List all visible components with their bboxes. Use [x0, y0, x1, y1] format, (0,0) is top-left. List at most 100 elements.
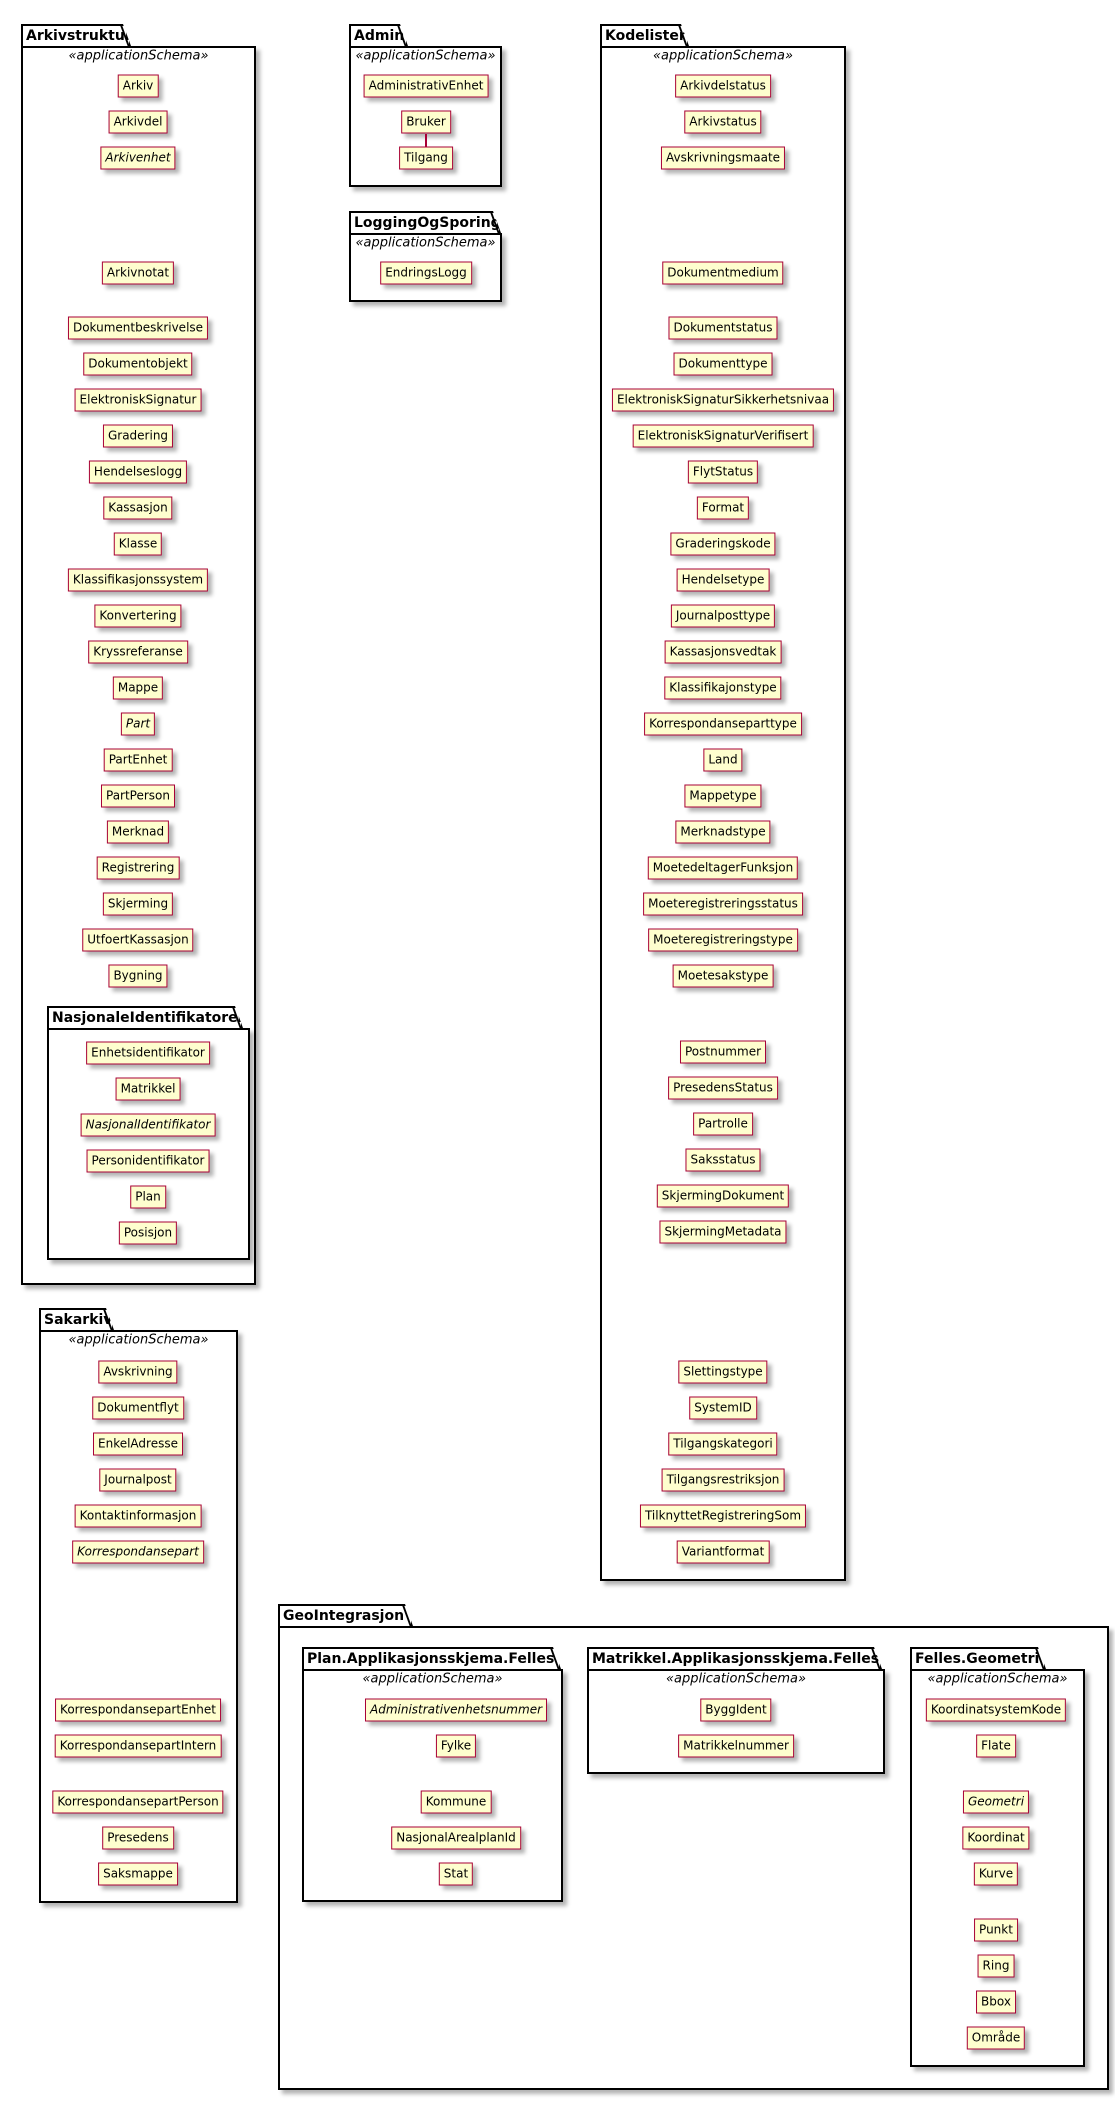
class-box[interactable]: Saksstatus	[685, 1148, 761, 1172]
class-box[interactable]: NasjonalIdentifikator	[80, 1113, 216, 1137]
class-box[interactable]: Dokumentstatus	[668, 316, 778, 340]
class-box[interactable]: Arkivstatus	[684, 110, 762, 134]
class-box[interactable]: PartPerson	[100, 784, 176, 808]
class-box[interactable]: Flate	[976, 1734, 1016, 1758]
class-box[interactable]: EndringsLogg	[380, 261, 472, 285]
class-box[interactable]: KorrespondansepartIntern	[54, 1734, 222, 1758]
class-box[interactable]: Kassasjon	[103, 496, 173, 520]
class-box[interactable]: Arkivenhet	[100, 146, 176, 170]
class-box[interactable]: SkjermingDokument	[656, 1184, 790, 1208]
class-box[interactable]: Avskrivning	[98, 1360, 178, 1384]
class-box[interactable]: Klasse	[113, 532, 163, 556]
class-box[interactable]: Ring	[977, 1954, 1015, 1978]
class-box[interactable]: Format	[696, 496, 750, 520]
class-box[interactable]: Mappe	[112, 676, 164, 700]
package-tab-logging: LoggingOgSporing	[349, 211, 501, 233]
class-box[interactable]: Kurve	[973, 1862, 1019, 1886]
class-box[interactable]: Registrering	[96, 856, 180, 880]
class-box[interactable]: Arkivnotat	[101, 261, 175, 285]
package-stereotype: «applicationSchema»	[68, 1332, 209, 1348]
class-box[interactable]: ElektroniskSignatur	[74, 388, 202, 412]
class-box[interactable]: Konvertering	[94, 604, 182, 628]
class-box[interactable]: Journalpost	[99, 1468, 177, 1492]
class-box[interactable]: Arkivdelstatus	[675, 74, 771, 98]
package-stereotype: «applicationSchema»	[68, 48, 209, 64]
class-box[interactable]: MoetedeltagerFunksjon	[647, 856, 799, 880]
class-box[interactable]: Matrikkel	[115, 1077, 181, 1101]
class-box[interactable]: ByggIdent	[700, 1698, 772, 1722]
class-box[interactable]: Dokumentobjekt	[83, 352, 193, 376]
class-box[interactable]: Geometri	[962, 1790, 1030, 1814]
class-box[interactable]: Postnummer	[679, 1040, 767, 1064]
class-box[interactable]: TilknyttetRegistreringSom	[639, 1504, 807, 1528]
class-box[interactable]: Dokumentmedium	[662, 261, 784, 285]
class-box[interactable]: Koordinat	[962, 1826, 1030, 1850]
class-box[interactable]: Bygning	[108, 964, 168, 988]
class-box[interactable]: Posisjon	[118, 1221, 178, 1245]
class-box[interactable]: Dokumenttype	[673, 352, 773, 376]
class-box[interactable]: Variantformat	[676, 1540, 770, 1564]
class-box[interactable]: Korrespondanseparttype	[644, 712, 802, 736]
class-box[interactable]: Punkt	[974, 1918, 1018, 1942]
class-box[interactable]: FlytStatus	[687, 460, 759, 484]
class-box[interactable]: ElektroniskSignaturVerifisert	[632, 424, 814, 448]
class-box[interactable]: Tilgangskategori	[668, 1432, 778, 1456]
class-box[interactable]: Korrespondansepart	[72, 1540, 204, 1564]
class-box[interactable]: Tilgang	[399, 146, 453, 170]
class-box[interactable]: Område	[966, 2026, 1026, 2050]
class-box[interactable]: Saksmappe	[98, 1862, 178, 1886]
class-box[interactable]: Personidentifikator	[86, 1149, 210, 1173]
class-box[interactable]: PartEnhet	[103, 748, 173, 772]
class-box[interactable]: PresedensStatus	[668, 1076, 778, 1100]
class-box[interactable]: ElektroniskSignaturSikkerhetsnivaa	[611, 388, 835, 412]
class-box[interactable]: SkjermingMetadata	[659, 1220, 787, 1244]
class-box[interactable]: Land	[703, 748, 743, 772]
package-tab-arkivstruktur: Arkivstruktur	[21, 24, 131, 46]
class-box[interactable]: Avskrivningsmaate	[660, 146, 786, 170]
class-box[interactable]: Graderingskode	[670, 532, 776, 556]
class-box[interactable]: Kommune	[420, 1790, 492, 1814]
class-box[interactable]: Fylke	[435, 1734, 477, 1758]
class-box[interactable]: Matrikkelnummer	[678, 1734, 794, 1758]
class-box[interactable]: Mappetype	[684, 784, 762, 808]
class-box[interactable]: Partrolle	[693, 1112, 753, 1136]
class-box[interactable]: Journalposttype	[670, 604, 776, 628]
class-box[interactable]: Enhetsidentifikator	[86, 1041, 210, 1065]
class-box[interactable]: UtfoertKassasjon	[82, 928, 194, 952]
class-box[interactable]: Hendelsetype	[676, 568, 770, 592]
class-box[interactable]: Plan	[130, 1185, 166, 1209]
class-box[interactable]: Stat	[438, 1862, 474, 1886]
class-box[interactable]: Kassasjonsvedtak	[664, 640, 782, 664]
class-box[interactable]: Kryssreferanse	[88, 640, 188, 664]
class-box[interactable]: Moeteregistreringstype	[648, 928, 798, 952]
class-box[interactable]: Klassifikasjonssystem	[67, 568, 209, 592]
class-box[interactable]: SystemID	[689, 1396, 757, 1420]
class-box[interactable]: Arkiv	[117, 74, 159, 98]
class-box[interactable]: Kontaktinformasjon	[74, 1504, 202, 1528]
class-box[interactable]: Moeteregistreringsstatus	[643, 892, 803, 916]
class-box[interactable]: Arkivdel	[108, 110, 168, 134]
class-box[interactable]: Moetesakstype	[672, 964, 774, 988]
class-box[interactable]: Slettingstype	[678, 1360, 768, 1384]
class-box[interactable]: Bruker	[401, 110, 451, 134]
class-box[interactable]: KorrespondansepartEnhet	[55, 1698, 221, 1722]
class-box[interactable]: EnkelAdresse	[93, 1432, 183, 1456]
class-box[interactable]: KoordinatsystemKode	[925, 1698, 1067, 1722]
class-box[interactable]: Tilgangsrestriksjon	[661, 1468, 785, 1492]
class-box[interactable]: AdministrativEnhet	[363, 74, 489, 98]
class-box[interactable]: NasjonalArealplanId	[391, 1826, 521, 1850]
class-box[interactable]: Dokumentbeskrivelse	[67, 316, 209, 340]
class-box[interactable]: Hendelseslogg	[88, 460, 188, 484]
class-box[interactable]: Merknadstype	[675, 820, 771, 844]
class-box[interactable]: Part	[120, 712, 156, 736]
class-box[interactable]: Administrativenhetsnummer	[364, 1698, 548, 1722]
class-box[interactable]: Klassifikajonstype	[664, 676, 782, 700]
class-box[interactable]: Gradering	[102, 424, 174, 448]
class-box[interactable]: Bbox	[976, 1990, 1016, 2014]
class-box[interactable]: Dokumentflyt	[92, 1396, 184, 1420]
class-box[interactable]: Presedens	[102, 1826, 174, 1850]
class-box[interactable]: Skjerming	[102, 892, 174, 916]
class-box[interactable]: Merknad	[106, 820, 170, 844]
package-tab-nasjonale: NasjonaleIdentifikatorer	[47, 1006, 243, 1028]
class-box[interactable]: KorrespondansepartPerson	[52, 1790, 224, 1814]
